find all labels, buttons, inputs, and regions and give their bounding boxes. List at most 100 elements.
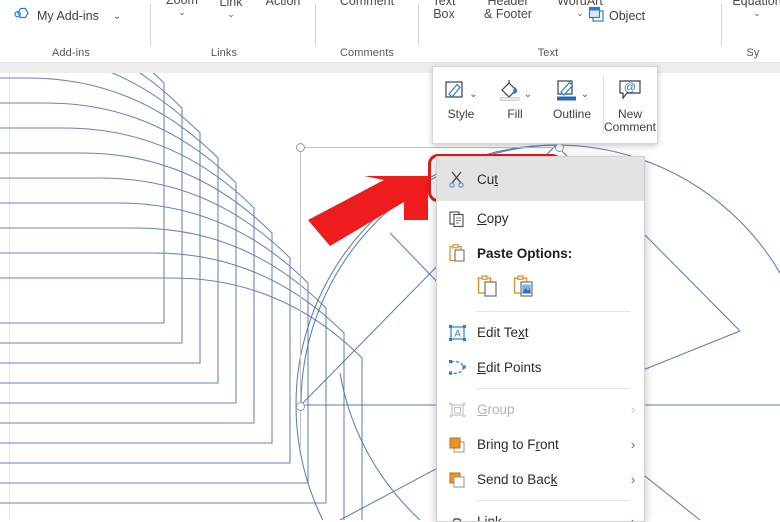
context-menu-separator	[475, 388, 630, 389]
ribbon-button-label: Link	[220, 0, 243, 9]
ribbon-button-label: Comment	[340, 0, 394, 8]
selection-handle-top-right[interactable]	[555, 143, 564, 152]
ribbon-button-action[interactable]: Action	[256, 0, 310, 8]
ribbon-group-label-links: Links	[194, 47, 254, 59]
ribbon-button-label: Header & Footer	[484, 0, 532, 21]
context-menu-item-label: Link	[477, 514, 622, 522]
fill-icon-row: ⌄	[498, 74, 532, 108]
mini-toolbar-label: New Comment	[604, 108, 656, 134]
context-menu[interactable]: Cut Copy Paste Options:	[436, 156, 645, 522]
chevron-down-icon[interactable]: ⌄	[753, 9, 761, 18]
context-menu-item-edit-points[interactable]: Edit Points	[437, 350, 644, 385]
context-menu-item-label: Edit Points	[477, 360, 644, 375]
ribbon-group-label-symbols: Sy	[733, 47, 773, 59]
ribbon-group-label-text: Text	[508, 47, 588, 59]
paste-options-row[interactable]	[437, 270, 644, 308]
selection-handle-top-left[interactable]	[296, 143, 305, 152]
chevron-down-icon[interactable]: ⌄	[113, 12, 121, 21]
context-menu-item-label: Edit Text	[477, 325, 644, 340]
paste-keep-source-icon[interactable]	[477, 275, 499, 304]
addins-hexagon-icon	[14, 6, 33, 26]
shape-artwork[interactable]	[0, 73, 780, 520]
paste-clipboard-icon	[437, 244, 477, 263]
submenu-arrow-icon[interactable]: ›	[622, 472, 644, 487]
shape-outline-icon	[555, 78, 579, 105]
context-menu-item-label: Send to Back	[477, 472, 622, 487]
context-menu-item-label: Group	[477, 402, 622, 417]
fill-bucket-icon	[498, 78, 522, 105]
link-chain-icon	[437, 513, 477, 522]
mini-toolbar-item-fill[interactable]: ⌄ Fill	[489, 67, 541, 143]
group-icon	[437, 401, 477, 419]
paste-picture-icon[interactable]	[513, 275, 535, 304]
style-icon-row: ⌄	[444, 74, 477, 108]
ribbon: My Add-ins ⌄ Add-ins Zoom ⌄ Link ⌄ Links…	[0, 0, 780, 62]
ribbon-button-link[interactable]: Link ⌄	[208, 0, 254, 19]
ribbon-separator	[150, 4, 151, 46]
ribbon-button-label: Action	[266, 0, 301, 8]
context-menu-separator	[475, 500, 630, 501]
ribbon-separator	[418, 4, 419, 46]
context-menu-item-label: Cut	[477, 172, 644, 187]
chevron-down-icon[interactable]: ⌄	[227, 10, 235, 19]
context-menu-item-label: Copy	[477, 211, 644, 226]
chevron-down-icon[interactable]: ⌄	[524, 90, 532, 99]
context-menu-paste-options-header: Paste Options:	[437, 236, 644, 270]
chevron-down-icon[interactable]: ⌄	[178, 8, 186, 17]
object-icon	[588, 6, 605, 26]
edit-text-icon: A	[437, 324, 477, 342]
new-comment-icon: @	[617, 79, 643, 104]
submenu-arrow-icon[interactable]: ›	[622, 514, 644, 522]
ribbon-button-text-box[interactable]: Text Box	[420, 0, 468, 21]
context-menu-item-bring-to-front[interactable]: Bring to Front ›	[437, 427, 644, 462]
context-menu-item-link[interactable]: Link ›	[437, 504, 644, 522]
ribbon-group-symbols: Equation ⌄ Sy	[723, 0, 780, 62]
edit-points-icon	[437, 359, 477, 377]
selection-handle-mid-left[interactable]	[296, 402, 305, 411]
ribbon-group-label-comments: Comments	[317, 47, 417, 59]
paste-options-label: Paste Options:	[477, 246, 572, 261]
ribbon-button-object[interactable]: Object	[588, 6, 645, 26]
context-menu-item-group: Group ›	[437, 392, 644, 427]
ribbon-button-zoom[interactable]: Zoom ⌄	[156, 0, 208, 17]
document-canvas[interactable]	[0, 73, 780, 520]
mini-toolbar-item-outline[interactable]: ⌄ Outline	[541, 67, 603, 143]
submenu-arrow-icon: ›	[622, 402, 644, 417]
mini-toolbar-label: Fill	[507, 108, 522, 121]
ribbon-group-add-ins: My Add-ins ⌄ Add-ins	[0, 0, 142, 62]
ribbon-button-comment[interactable]: Comment	[319, 0, 415, 8]
chevron-down-icon[interactable]: ⌄	[581, 90, 589, 99]
outline-icon-row: ⌄	[555, 74, 589, 108]
copy-icon	[437, 210, 477, 228]
mini-toolbar-label: Outline	[553, 108, 591, 121]
selection-border-top	[301, 147, 560, 148]
ribbon-separator	[721, 4, 722, 46]
context-menu-item-edit-text[interactable]: A Edit Text	[437, 315, 644, 350]
mini-toolbar-item-new-comment[interactable]: @ New Comment	[604, 67, 656, 143]
context-menu-separator	[475, 311, 630, 312]
mini-toolbar-item-style[interactable]: ⌄ Style	[433, 67, 489, 143]
ribbon-button-label: Object	[609, 9, 645, 23]
mini-toolbar[interactable]: ⌄ Style ⌄ Fill	[432, 66, 658, 144]
ribbon-group-comments: Comment Comments	[317, 0, 417, 62]
new-comment-icon-row: @	[617, 74, 643, 108]
context-menu-item-copy[interactable]: Copy	[437, 201, 644, 236]
ribbon-group-links: Zoom ⌄ Link ⌄ Links	[152, 0, 257, 62]
shape-style-icon	[444, 79, 467, 104]
scissors-icon	[437, 170, 477, 188]
chevron-down-icon[interactable]: ⌄	[576, 9, 584, 18]
chevron-down-icon[interactable]: ⌄	[469, 90, 477, 99]
submenu-arrow-icon[interactable]: ›	[622, 437, 644, 452]
ribbon-button-my-add-ins[interactable]: My Add-ins ⌄	[14, 6, 121, 26]
ribbon-separator	[315, 4, 316, 46]
svg-text:@: @	[624, 80, 636, 94]
context-menu-item-cut[interactable]: Cut	[437, 157, 644, 201]
context-menu-item-label: Bring to Front	[477, 437, 622, 452]
context-menu-item-send-to-back[interactable]: Send to Back ›	[437, 462, 644, 497]
ribbon-button-label: My Add-ins	[37, 9, 99, 23]
svg-text:A: A	[454, 328, 461, 339]
ribbon-button-header-footer[interactable]: Header & Footer	[468, 0, 548, 21]
ribbon-button-label: Zoom	[166, 0, 198, 7]
ribbon-button-equation[interactable]: Equation ⌄	[725, 0, 780, 18]
bring-to-front-icon	[437, 436, 477, 454]
